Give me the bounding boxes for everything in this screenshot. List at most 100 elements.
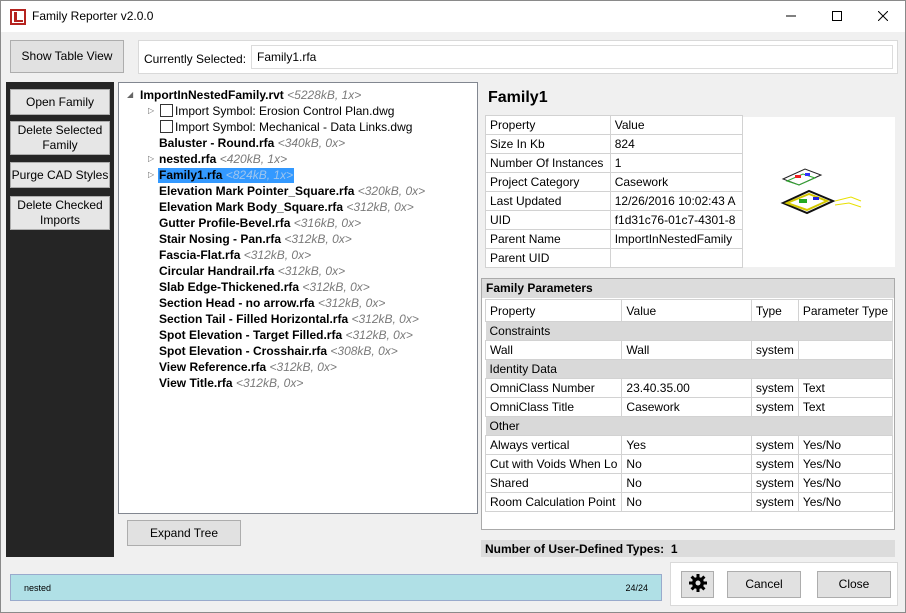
family-tree[interactable]: ◢ ImportInNestedFamily.rvt <5228kB, 1x> … <box>118 82 478 514</box>
tree-item[interactable]: Spot Elevation - Crosshair.rfa <308kB, 0… <box>159 344 398 359</box>
app-icon <box>10 9 26 25</box>
tree-item[interactable]: Fascia-Flat.rfa <312kB, 0x> <box>159 248 311 263</box>
tree-item[interactable]: Gutter Profile-Bevel.rfa <316kB, 0x> <box>159 216 361 231</box>
property-value: 1 <box>609 153 744 173</box>
tree-import-item[interactable]: Import Symbol: Erosion Control Plan.dwg <box>160 104 394 119</box>
tree-item[interactable]: nested.rfa <420kB, 1x> <box>159 152 287 167</box>
tree-item[interactable]: Circular Handrail.rfa <312kB, 0x> <box>159 264 345 279</box>
property-value: Casework <box>609 172 744 192</box>
param-parameter-type <box>797 340 894 360</box>
user-defined-types: Number of User-Defined Types: 1 <box>481 540 895 557</box>
tree-item-selected[interactable]: Family1.rfa <824kB, 1x> <box>158 168 295 183</box>
table-row: Parent Name ImportInNestedFamily <box>485 229 744 249</box>
param-type: system <box>750 340 799 360</box>
param-name: Room Calculation Point <box>484 492 623 512</box>
param-value: 23.40.35.00 <box>621 378 752 398</box>
table-row: Cut with Voids When Lo No system Yes/No <box>484 454 894 474</box>
status-text: nested <box>24 583 52 593</box>
tree-item[interactable]: Baluster - Round.rfa <340kB, 0x> <box>159 136 345 151</box>
param-value: No <box>621 454 752 474</box>
tree-node-meta: <824kB, 1x> <box>225 168 294 182</box>
param-parameter-type: Yes/No <box>797 473 894 493</box>
minimize-button[interactable] <box>768 1 814 32</box>
property-value: 824 <box>609 134 744 154</box>
show-table-view-button[interactable]: Show Table View <box>10 40 124 73</box>
param-type: system <box>750 397 799 417</box>
column-header: Property <box>484 299 623 322</box>
tree-node-meta: <316kB, 0x> <box>293 216 362 230</box>
open-family-button[interactable]: Open Family <box>10 89 110 115</box>
delete-checked-imports-button[interactable]: Delete Checked Imports <box>10 196 110 230</box>
property-value: f1d31c76-01c7-4301-8 <box>609 210 744 230</box>
column-header: Parameter Type <box>797 299 894 322</box>
param-value: Casework <box>621 397 752 417</box>
tree-node-name: Section Tail - Filled Horizontal.rfa <box>159 312 349 326</box>
maximize-button[interactable] <box>814 1 860 32</box>
family-parameters-panel: Family Parameters Property Value Type Param… <box>481 278 895 530</box>
close-button[interactable]: Close <box>817 571 891 598</box>
tree-node-meta: <5228kB, 1x> <box>287 88 362 102</box>
tree-item[interactable]: Section Head - no arrow.rfa <312kB, 0x> <box>159 296 385 311</box>
family-title: Family1 <box>488 89 548 106</box>
tree-node-meta: <312kB, 0x> <box>269 360 337 374</box>
table-row: Shared No system Yes/No <box>484 473 894 493</box>
tree-item[interactable]: View Reference.rfa <312kB, 0x> <box>159 360 337 375</box>
tree-item[interactable]: Section Tail - Filled Horizontal.rfa <31… <box>159 312 419 327</box>
tree-node-name: Spot Elevation - Target Filled.rfa <box>159 328 343 342</box>
tree-node-meta: <320kB, 0x> <box>357 184 426 198</box>
expand-arrow-icon[interactable]: ▷ <box>148 106 154 115</box>
param-value: Wall <box>621 340 752 360</box>
param-name: Wall <box>484 340 623 360</box>
cancel-button[interactable]: Cancel <box>727 571 801 598</box>
tree-item[interactable]: Slab Edge-Thickened.rfa <312kB, 0x> <box>159 280 370 295</box>
param-value: No <box>621 492 752 512</box>
tree-node-meta: <312kB, 0x> <box>346 200 414 214</box>
tree-node-meta: <312kB, 0x> <box>345 328 413 342</box>
param-name: Always vertical <box>484 435 623 455</box>
group-label: Identity Data <box>485 359 893 379</box>
minimize-icon <box>786 10 796 24</box>
param-name: Shared <box>484 473 623 493</box>
tree-node-name: Import Symbol: Mechanical - Data Links.d… <box>175 120 413 134</box>
import-checkbox[interactable] <box>160 104 173 117</box>
close-window-button[interactable] <box>860 1 906 32</box>
property-name: Parent UID <box>485 248 611 268</box>
param-value: Yes <box>621 435 752 455</box>
tree-node-meta: <420kB, 1x> <box>219 152 288 166</box>
expand-arrow-icon[interactable]: ▷ <box>148 170 154 179</box>
tree-item[interactable]: Spot Elevation - Target Filled.rfa <312k… <box>159 328 413 343</box>
collapse-arrow-icon[interactable]: ◢ <box>127 90 133 99</box>
table-row: Size In Kb 824 <box>485 134 744 154</box>
table-row: UID f1d31c76-01c7-4301-8 <box>485 210 744 230</box>
property-name: Project Category <box>485 172 611 192</box>
table-row: Wall Wall system <box>484 340 894 360</box>
tree-import-item[interactable]: Import Symbol: Mechanical - Data Links.d… <box>160 120 412 135</box>
status-count: 24/24 <box>625 583 648 593</box>
main-window: Family Reporter v2.0.0 Show Table View C… <box>0 0 906 613</box>
param-type: system <box>750 473 799 493</box>
purge-cad-styles-button[interactable]: Purge CAD Styles <box>10 162 110 188</box>
tree-item[interactable]: Stair Nosing - Pan.rfa <312kB, 0x> <box>159 232 352 247</box>
settings-button[interactable] <box>681 571 714 598</box>
column-header: Value <box>621 299 752 322</box>
expand-tree-button[interactable]: Expand Tree <box>127 520 241 546</box>
tree-item[interactable]: Elevation Mark Body_Square.rfa <312kB, 0… <box>159 200 414 215</box>
tree-root[interactable]: ImportInNestedFamily.rvt <5228kB, 1x> <box>140 88 361 103</box>
delete-selected-family-button[interactable]: Delete Selected Family <box>10 121 110 155</box>
tree-item[interactable]: Elevation Mark Pointer_Square.rfa <320kB… <box>159 184 425 199</box>
user-defined-types-label: Number of User-Defined Types: <box>485 542 665 556</box>
import-checkbox[interactable] <box>160 120 173 133</box>
tree-node-meta: <312kB, 0x> <box>317 296 386 310</box>
currently-selected-field[interactable] <box>251 45 893 69</box>
property-name: UID <box>485 210 611 230</box>
param-type: system <box>750 435 799 455</box>
property-name: Last Updated <box>485 191 611 211</box>
property-value: 12/26/2016 10:02:43 A <box>609 191 744 211</box>
expand-arrow-icon[interactable]: ▷ <box>148 154 154 163</box>
tree-node-meta: <312kB, 0x> <box>302 280 370 294</box>
table-row: Parent UID <box>485 248 744 268</box>
tree-node-meta: <308kB, 0x> <box>330 344 398 358</box>
tree-node-name: Import Symbol: Erosion Control Plan.dwg <box>175 104 395 118</box>
table-row: OmniClass Number 23.40.35.00 system Text <box>484 378 894 398</box>
tree-item[interactable]: View Title.rfa <312kB, 0x> <box>159 376 303 391</box>
